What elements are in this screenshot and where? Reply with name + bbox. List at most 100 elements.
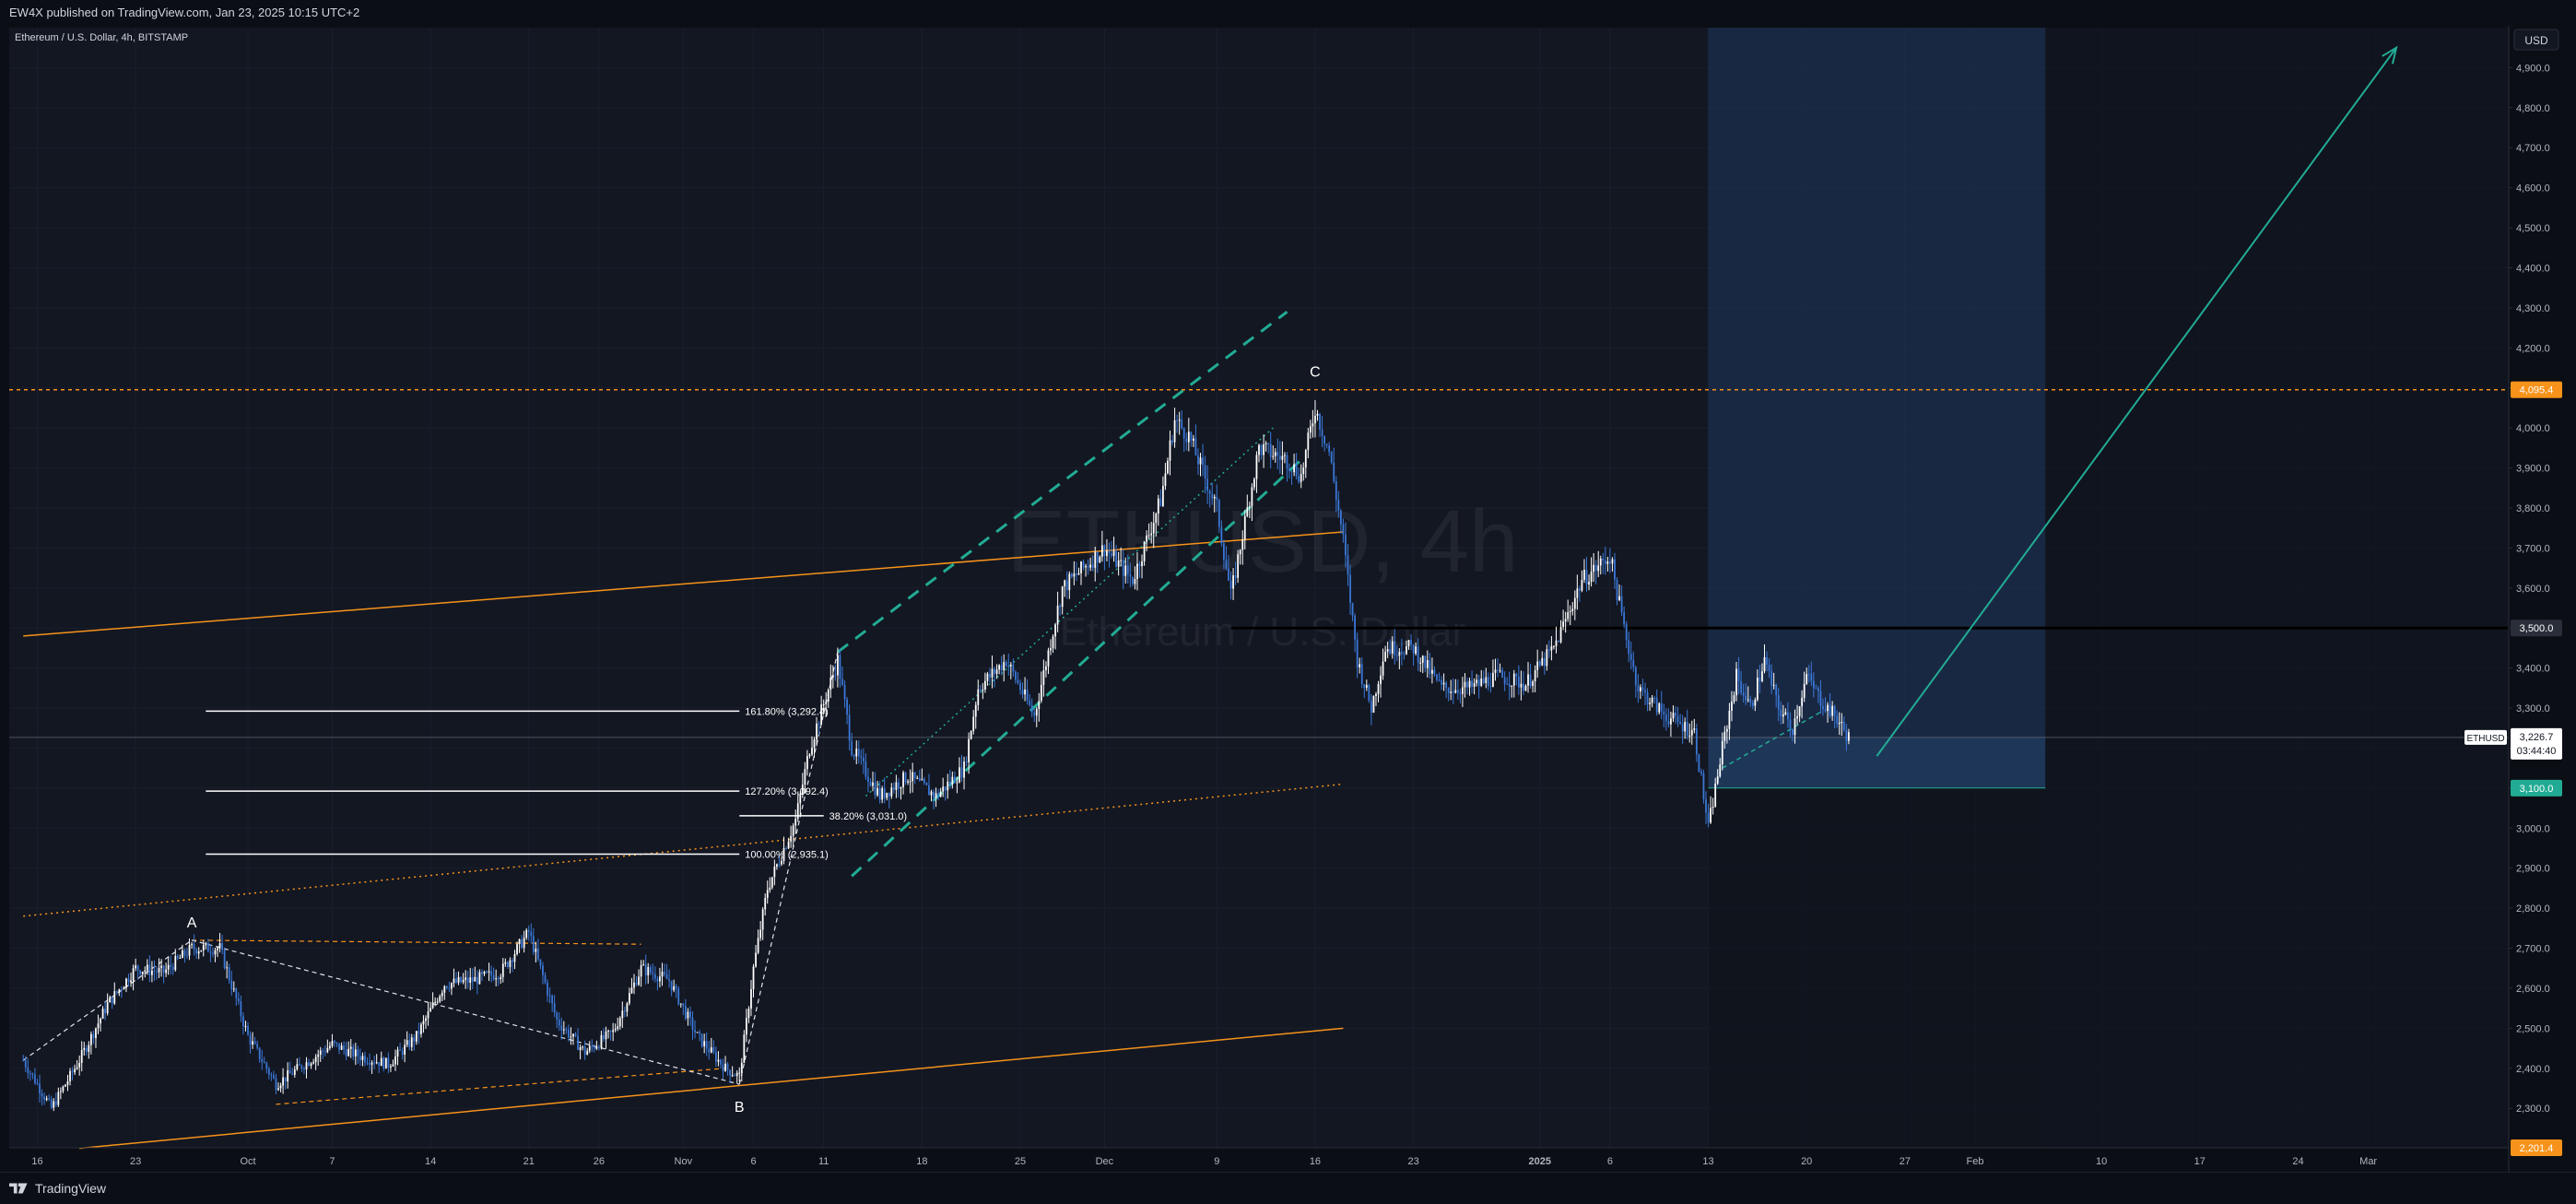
candle-body (1213, 496, 1216, 499)
candle-body (453, 978, 455, 984)
candle-body (1138, 563, 1141, 567)
candle-body (909, 781, 912, 783)
candle-body (1124, 565, 1127, 576)
candle-body (429, 1008, 431, 1012)
candle-body (352, 1046, 355, 1056)
candle-body (745, 1018, 747, 1035)
price-tick-label: 2,600.0 (2516, 984, 2550, 995)
candle-body (474, 976, 476, 982)
candle-body (1171, 440, 1173, 443)
candle-body (1314, 415, 1316, 424)
candle-body (1112, 550, 1115, 556)
candle-body (1663, 711, 1665, 714)
candle-body (1445, 682, 1448, 689)
candle-body (553, 1003, 556, 1013)
candle-body (369, 1063, 371, 1065)
candle-body (1660, 702, 1663, 712)
candle-body (1070, 573, 1073, 577)
candle-body (1506, 683, 1509, 685)
candle-body (1246, 507, 1249, 516)
candle-body (186, 955, 188, 957)
candle-body (422, 1021, 425, 1025)
candle-body (1745, 695, 1747, 701)
candle-body (665, 974, 668, 980)
time-tick-label: 6 (1607, 1156, 1613, 1167)
candle-body (1126, 565, 1129, 574)
candle-body (609, 1030, 612, 1033)
candle-body (759, 929, 762, 938)
candle-body (275, 1078, 277, 1091)
candle-body (1117, 560, 1120, 567)
projection-zone (1708, 28, 2046, 788)
time-tick-label: 18 (916, 1156, 927, 1167)
candle-body (558, 1019, 560, 1026)
candle-body (1614, 559, 1616, 580)
candle-body (761, 909, 764, 930)
candle-body (991, 668, 994, 678)
price-tick-label: 3,400.0 (2516, 664, 2550, 675)
candle-body (226, 967, 229, 969)
time-tick-label: 17 (2194, 1156, 2205, 1167)
candle-body (1360, 664, 1363, 685)
candle-body (469, 977, 472, 983)
candle-body (542, 965, 544, 975)
symbol-legend[interactable]: Ethereum / U.S. Dollar, 4h, BITSTAMP (15, 32, 188, 43)
candle-body (1131, 576, 1134, 584)
candle-body (1571, 608, 1574, 611)
candle-body (1559, 626, 1562, 643)
candle-body (1512, 673, 1515, 686)
candle-body (738, 1072, 741, 1074)
candle-body (171, 966, 174, 971)
candle-body (235, 988, 238, 999)
candle-body (1255, 454, 1258, 479)
price-tick-label: 3,800.0 (2516, 503, 2550, 514)
currency-label: USD (2524, 34, 2548, 47)
candle-body (837, 655, 839, 676)
candle-body (750, 989, 752, 1009)
candle-body (1442, 682, 1445, 685)
candle-body (1372, 695, 1375, 714)
candle-body (76, 1067, 78, 1069)
candle-body (913, 772, 916, 779)
candle-body (770, 877, 773, 888)
candle-body (1538, 661, 1541, 666)
candle-body (1363, 684, 1366, 689)
price-chart[interactable]: ETHUSD, 4h Ethereum / U.S. Dollar 161.80… (0, 26, 2576, 1172)
candle-body (831, 675, 834, 679)
price-tick-label: 2,900.0 (2516, 864, 2550, 875)
candle-body (136, 965, 139, 971)
tradingview-logo[interactable]: TradingView (9, 1180, 106, 1197)
candle-body (193, 943, 195, 950)
candle-body (724, 1063, 726, 1072)
candle-body (939, 791, 942, 797)
candle-body (151, 970, 153, 975)
candle-body (88, 1045, 90, 1052)
time-tick-label: 7 (329, 1156, 335, 1167)
candle-body (500, 976, 502, 980)
candle-body (860, 756, 863, 758)
candle-body (963, 761, 965, 778)
candle-body (808, 754, 811, 757)
candle-body (1447, 688, 1450, 693)
candle-body (796, 803, 799, 820)
candle-body (1325, 443, 1328, 446)
candle-body (1181, 419, 1183, 429)
candle-body (1345, 534, 1347, 556)
candle-body (1494, 669, 1497, 673)
candle-body (415, 1031, 418, 1042)
candle-body (530, 932, 533, 937)
candle-body (41, 1092, 43, 1097)
price-tick-label: 4,700.0 (2516, 143, 2550, 154)
chart-legend[interactable]: Ethereum / U.S. Dollar, 4h, BITSTAMP (15, 32, 188, 43)
candle-body (317, 1055, 320, 1057)
candle-body (1462, 687, 1464, 694)
candle-body (626, 1003, 629, 1012)
future-shade (2045, 28, 2509, 1148)
candle-body (1829, 704, 1831, 716)
candle-body (1173, 419, 1176, 443)
candle-body (644, 964, 647, 975)
candle-body (242, 1016, 244, 1027)
candle-body (1590, 572, 1593, 583)
candle-body (95, 1028, 97, 1039)
candle-body (406, 1040, 408, 1045)
